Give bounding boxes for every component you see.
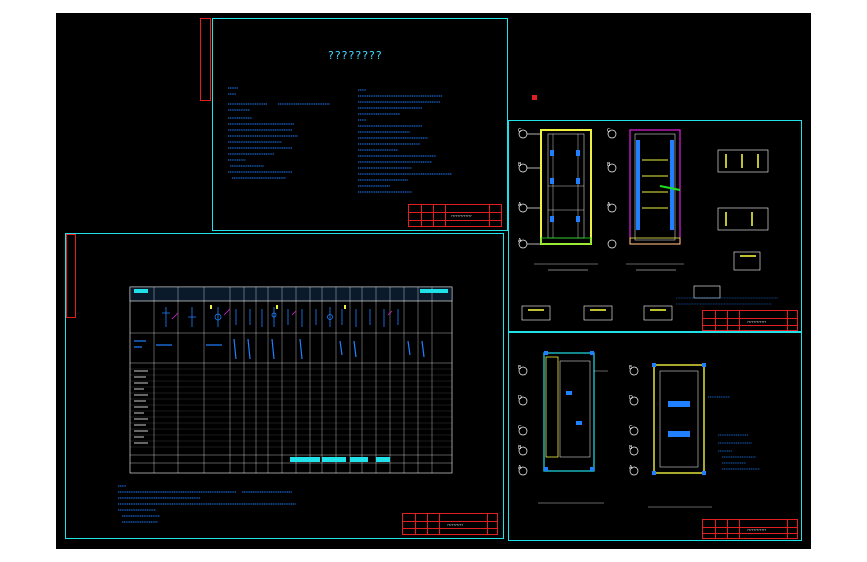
plan-bottom-title-block: ???????????? — [702, 519, 798, 539]
axis-marker-b: B — [518, 162, 522, 168]
axis-marker-c: C — [607, 128, 611, 134]
plan-top-title-block-text: ???????????? — [747, 320, 767, 324]
axis-marker-c: C — [518, 425, 522, 431]
axis-marker-c: C — [518, 128, 522, 134]
table-sheet-binding-strip — [66, 234, 76, 318]
axis-marker-a: A — [629, 465, 633, 471]
axis-marker-a: A — [518, 238, 522, 244]
drawing-canvas[interactable]: ???????? ????????????? ?????????? ??????… — [56, 13, 811, 549]
axis-marker-a: A — [518, 465, 522, 471]
schedule-table — [129, 286, 453, 474]
axis-marker-b: B — [629, 445, 633, 451]
axis-marker-b: B — [607, 162, 611, 168]
axis-marker-e: E — [518, 365, 522, 371]
cover-title-block: ????????????? — [408, 204, 502, 227]
plan-drawing-bottom — [518, 351, 760, 508]
cover-sheet-binding-strip — [200, 18, 211, 101]
axis-marker-a: A — [518, 202, 522, 208]
table-title-block: ?????????? — [402, 513, 498, 535]
cover-title-block-text: ????????????? — [451, 214, 472, 218]
axis-marker-d: D — [629, 395, 633, 401]
red-marker — [532, 95, 537, 100]
cover-sheet-notes — [228, 87, 452, 193]
plan-top-title-block: ???????????? — [702, 310, 798, 331]
axis-marker-a: A — [607, 202, 611, 208]
axis-marker-c: C — [629, 425, 633, 431]
axis-marker-d: D — [518, 395, 522, 401]
axis-marker-e: E — [629, 365, 633, 371]
plan-bottom-title-block-text: ???????????? — [747, 528, 767, 532]
table-title-block-text: ?????????? — [447, 523, 463, 527]
axis-marker-b: B — [518, 445, 522, 451]
table-sheet-notes — [118, 485, 296, 523]
plan-drawing-top — [518, 129, 778, 321]
